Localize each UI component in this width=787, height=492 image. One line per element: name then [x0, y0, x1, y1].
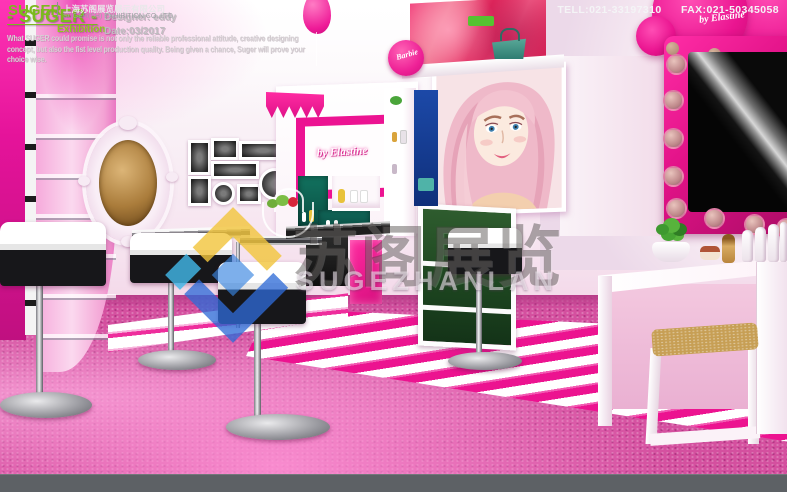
gallery-frame [211, 161, 259, 179]
watermark-diamond-logo [158, 200, 308, 350]
footer-contacts: TELL:021-33197310 FAX:021-50345058 [557, 4, 779, 16]
mirror-bulb [666, 54, 687, 75]
mirror-bulb [663, 128, 684, 149]
perfume-bottle-white [755, 227, 766, 262]
model-poster-art [436, 66, 562, 212]
model-poster-box [432, 62, 566, 217]
perfume-bottle-white [780, 222, 787, 262]
bar-stool-base [0, 392, 92, 418]
fax-number: FAX:021-50345058 [681, 4, 779, 16]
company-name-en: SUGER(SH) EXHIBITION CO.,LTD [63, 13, 173, 20]
mirror-bulb [704, 208, 725, 229]
bar-stool-base [226, 414, 330, 440]
mirror-bulb [663, 166, 684, 187]
poster-green-label [468, 16, 494, 26]
bar-stool-seat [0, 222, 106, 286]
footer-bar [0, 474, 787, 492]
perfume-bottle-white [768, 224, 779, 262]
description-line: choice wise. [7, 55, 324, 66]
wall-cabinets [560, 56, 668, 236]
bar-stool-base [138, 350, 216, 370]
company-description: What SUGER could promise is not only the… [7, 34, 324, 66]
watermark-en-text: SUGEZHANLAN [296, 266, 558, 297]
frame-right-ornament [166, 172, 178, 182]
description-line: concept, but also the fist level product… [7, 45, 324, 56]
desk-left-panel [598, 276, 612, 426]
handbag-handle [500, 28, 520, 41]
ornate-frame-portrait [99, 140, 157, 226]
tel-number: TELL:021-33197310 [557, 4, 661, 16]
mirror-bulb [666, 198, 687, 219]
mirror-bulb [663, 90, 684, 111]
desk-drawers [756, 262, 787, 434]
succulent-plant [656, 224, 669, 235]
frame-left-ornament [78, 176, 90, 186]
gallery-frame [188, 140, 211, 175]
exhibition-render: by Elastine Barbie [0, 0, 787, 492]
pink-balloon [303, 0, 331, 34]
description-line: What SUGER could promise is not only the… [7, 34, 324, 45]
footer-divider [57, 2, 58, 17]
perfume-bottle-gold [722, 234, 735, 263]
frame-crown-ornament [119, 116, 137, 130]
bar-stool-pole [36, 286, 43, 396]
perfume-bottle-white [742, 230, 753, 262]
teal-gift-box [418, 178, 434, 191]
gallery-frame [211, 138, 239, 160]
vanity-mirror-glass [688, 52, 787, 212]
bar-stool-base [448, 352, 522, 370]
footer-logo: SUGER [8, 2, 61, 19]
cosmetic-jar [700, 246, 720, 260]
